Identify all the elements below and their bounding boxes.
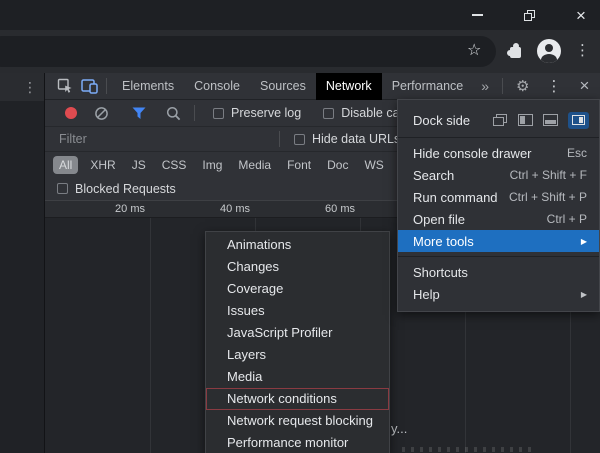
tab-network[interactable]: Network: [316, 73, 382, 100]
divider: [106, 78, 107, 94]
chip-media[interactable]: Media: [230, 156, 279, 174]
submenu-item-coverage[interactable]: Coverage: [206, 278, 389, 300]
chip-xhr[interactable]: XHR: [82, 156, 123, 174]
filter-funnel-icon[interactable]: [127, 102, 151, 124]
bookmark-star-icon[interactable]: ☆: [467, 41, 481, 61]
menu-item-hide-console-drawer[interactable]: Hide console drawer Esc: [398, 142, 599, 164]
filter-input[interactable]: [59, 132, 274, 146]
dock-side-label: Dock side: [413, 113, 470, 128]
menu-item-shortcuts[interactable]: Shortcuts: [398, 261, 599, 283]
hide-data-urls-checkbox[interactable]: Hide data URLs: [294, 132, 400, 146]
tab-sources[interactable]: Sources: [250, 73, 316, 100]
chip-all[interactable]: All: [53, 156, 78, 174]
window-minimize-button[interactable]: [466, 4, 488, 26]
checkbox-icon: [323, 108, 334, 119]
clear-icon[interactable]: [89, 102, 113, 124]
timeline-gridline: [150, 200, 151, 453]
chip-font[interactable]: Font: [279, 156, 319, 174]
window-restore-button[interactable]: [518, 4, 540, 26]
divider: [279, 131, 280, 147]
page-faint-text-fragment: [402, 447, 532, 452]
minimize-icon: [472, 14, 483, 16]
timeline-tick-20ms: 20 ms: [115, 203, 150, 215]
menu-separator: [398, 256, 599, 257]
tab-console[interactable]: Console: [184, 73, 250, 100]
shortcut-run-command: Ctrl + Shift + P: [509, 190, 587, 204]
close-icon: ×: [576, 7, 586, 24]
submenu-item-issues[interactable]: Issues: [206, 300, 389, 322]
checkbox-icon: [294, 134, 305, 145]
divider: [502, 78, 503, 94]
window-close-button[interactable]: ×: [570, 4, 592, 26]
devtools-main-menu: Dock side Hide console drawer Esc Search…: [397, 99, 600, 312]
menu-item-open-file[interactable]: Open file Ctrl + P: [398, 208, 599, 230]
submenu-item-changes[interactable]: Changes: [206, 256, 389, 278]
record-button[interactable]: [65, 107, 77, 119]
address-bar[interactable]: [0, 36, 496, 67]
menu-item-run-command[interactable]: Run command Ctrl + Shift + P: [398, 186, 599, 208]
screenshot-stage: × ☆ ⋮ ⋮ Elements Console Sources Network: [0, 0, 600, 453]
chip-doc[interactable]: Doc: [319, 156, 356, 174]
window-titlebar: ×: [0, 0, 600, 30]
extensions-puzzle-icon[interactable]: [508, 43, 524, 59]
timeline-tick-60ms: 60 ms: [325, 203, 360, 215]
browser-menu-icon[interactable]: ⋮: [575, 43, 590, 58]
undock-icon[interactable]: [493, 114, 508, 126]
blocked-requests-checkbox[interactable]: Blocked Requests: [57, 182, 176, 196]
submenu-item-layers[interactable]: Layers: [206, 344, 389, 366]
device-toolbar-icon[interactable]: [77, 75, 101, 97]
tab-performance[interactable]: Performance: [382, 73, 474, 100]
shortcut-open-file: Ctrl + P: [547, 212, 587, 226]
chip-js[interactable]: JS: [124, 156, 154, 174]
submenu-arrow-icon: ▶: [581, 290, 587, 299]
checkbox-icon: [213, 108, 224, 119]
menu-item-search[interactable]: Search Ctrl + Shift + F: [398, 164, 599, 186]
shortcut-esc: Esc: [567, 146, 587, 160]
shortcut-search: Ctrl + Shift + F: [510, 168, 587, 182]
submenu-item-performance-monitor[interactable]: Performance monitor: [206, 432, 389, 453]
submenu-item-javascript-profiler[interactable]: JavaScript Profiler: [206, 322, 389, 344]
page-kebab-icon: ⋮: [23, 79, 37, 96]
submenu-item-network-conditions[interactable]: Network conditions: [206, 388, 389, 410]
page-truncated-text: y...: [391, 421, 407, 436]
devtools-close-icon[interactable]: ×: [571, 76, 599, 96]
dock-side-row: Dock side: [398, 107, 599, 133]
divider: [194, 105, 195, 121]
chip-css[interactable]: CSS: [154, 156, 195, 174]
menu-separator: [398, 137, 599, 138]
tab-elements[interactable]: Elements: [112, 73, 184, 100]
search-icon[interactable]: [161, 102, 185, 124]
chip-ws[interactable]: WS: [356, 156, 391, 174]
dock-left-icon[interactable]: [518, 114, 533, 126]
restore-icon: [524, 10, 535, 21]
profile-avatar[interactable]: [537, 39, 561, 63]
browser-toolbar: ☆ ⋮: [0, 30, 600, 73]
dock-bottom-icon[interactable]: [543, 114, 558, 126]
preserve-log-checkbox[interactable]: Preserve log: [213, 106, 301, 120]
timeline-tick-40ms: 40 ms: [220, 203, 255, 215]
inspect-element-icon[interactable]: [53, 75, 77, 97]
more-tabs-icon[interactable]: »: [473, 78, 497, 94]
chip-img[interactable]: Img: [194, 156, 230, 174]
menu-item-help[interactable]: Help ▶: [398, 283, 599, 305]
submenu-item-animations[interactable]: Animations: [206, 234, 389, 256]
checkbox-icon: [57, 183, 68, 194]
page-behind-strip: ⋮: [0, 73, 45, 453]
more-tools-submenu: Animations Changes Coverage Issues JavaS…: [205, 231, 390, 453]
menu-item-more-tools[interactable]: More tools ▶: [398, 230, 599, 252]
submenu-item-media[interactable]: Media: [206, 366, 389, 388]
submenu-arrow-icon: ▶: [581, 237, 587, 246]
dock-right-icon-selected[interactable]: [568, 112, 589, 129]
settings-gear-icon[interactable]: ⚙: [508, 77, 537, 95]
devtools-menu-icon[interactable]: ⋮: [538, 79, 571, 94]
submenu-item-network-request-blocking[interactable]: Network request blocking: [206, 410, 389, 432]
devtools-tabbar: Elements Console Sources Network Perform…: [45, 73, 600, 100]
